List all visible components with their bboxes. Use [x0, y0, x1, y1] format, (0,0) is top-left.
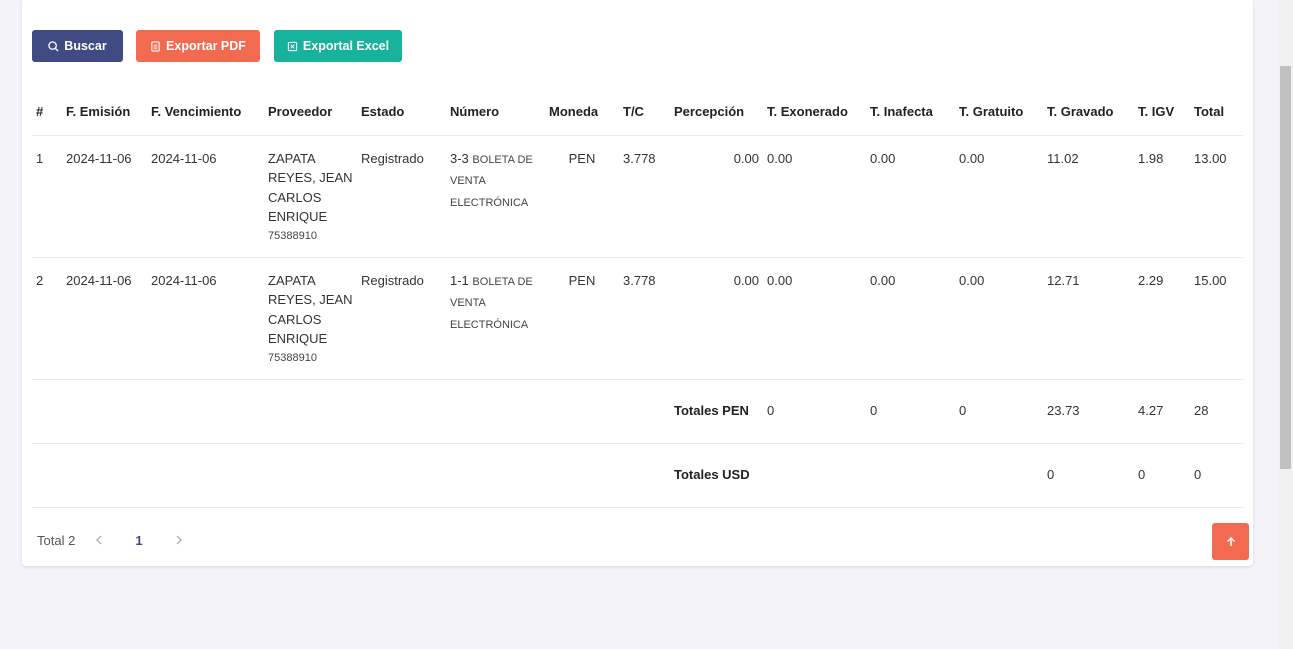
cell-tc: 3.778 — [619, 257, 670, 380]
cell-emision: 2024-11-06 — [62, 135, 147, 258]
results-card: Buscar Exportar PDF Exportal Excel # F. … — [22, 0, 1253, 566]
cell-total: 13.00 — [1190, 135, 1243, 258]
cell-tc: 3.778 — [619, 135, 670, 258]
col-exonerado: T. Exonerado — [763, 89, 866, 136]
export-pdf-label: Exportar PDF — [166, 39, 246, 53]
cell-gratuito: 0.00 — [955, 257, 1043, 380]
cell-estado: Registrado — [357, 257, 446, 380]
cell-gratuito: 0.00 — [955, 135, 1043, 258]
cell-exonerado: 0.00 — [763, 135, 866, 258]
cell-vencimiento: 2024-11-06 — [147, 257, 264, 380]
totals-usd-row: Totales USD 0 0 0 — [32, 443, 1243, 508]
totals-usd-label: Totales USD — [670, 443, 763, 508]
pagination: Total 2 1 — [37, 530, 185, 550]
cell-index: 2 — [32, 257, 62, 380]
totals-pen-total: 28 — [1190, 379, 1243, 444]
spreadsheet-icon — [287, 41, 298, 51]
page-scrollbar[interactable] — [1278, 0, 1293, 649]
col-numero: Número — [446, 89, 545, 136]
col-igv: T. IGV — [1134, 89, 1190, 136]
col-emision: F. Emisión — [62, 89, 147, 136]
chevron-right-icon[interactable] — [173, 534, 185, 546]
cell-numero: 3-3 BOLETA DE VENTA ELECTRÓNICA — [446, 135, 545, 258]
cell-emision: 2024-11-06 — [62, 257, 147, 380]
purchases-table: # F. Emisión F. Vencimiento Proveedor Es… — [32, 89, 1243, 508]
cell-moneda: PEN — [545, 257, 619, 380]
totals-pen-gratuito: 0 — [955, 379, 1043, 444]
pagination-total: Total 2 — [37, 532, 76, 548]
proveedor-doc: 75388910 — [268, 351, 317, 364]
cell-inafecta: 0.00 — [866, 257, 955, 380]
cell-index: 1 — [32, 135, 62, 258]
totals-usd-gravado: 0 — [1043, 443, 1134, 508]
buscar-button[interactable]: Buscar — [32, 30, 123, 62]
cell-vencimiento: 2024-11-06 — [147, 135, 264, 258]
cell-proveedor: ZAPATA REYES, JEAN CARLOS ENRIQUE 753889… — [264, 257, 357, 380]
cell-gravado: 12.71 — [1043, 257, 1134, 380]
totals-pen-exonerado: 0 — [763, 379, 866, 444]
cell-proveedor: ZAPATA REYES, JEAN CARLOS ENRIQUE 753889… — [264, 135, 357, 258]
col-vencimiento: F. Vencimiento — [147, 89, 264, 136]
export-excel-button[interactable]: Exportal Excel — [274, 30, 402, 62]
col-total: Total — [1190, 89, 1243, 136]
arrow-up-icon — [1226, 536, 1235, 546]
col-proveedor: Proveedor — [264, 89, 357, 136]
col-moneda: Moneda — [545, 89, 619, 136]
proveedor-name: ZAPATA REYES, JEAN CARLOS ENRIQUE — [268, 272, 353, 347]
totals-pen-igv: 4.27 — [1134, 379, 1190, 444]
export-excel-label: Exportal Excel — [302, 39, 390, 53]
numero-value: 1-1 — [450, 272, 469, 288]
cell-estado: Registrado — [357, 135, 446, 258]
cell-igv: 2.29 — [1134, 257, 1190, 380]
cell-igv: 1.98 — [1134, 135, 1190, 258]
numero-value: 3-3 — [450, 150, 469, 166]
document-icon — [151, 40, 160, 52]
scroll-top-button[interactable] — [1212, 523, 1249, 560]
col-index: # — [32, 89, 62, 136]
cell-numero: 1-1 BOLETA DE VENTA ELECTRÓNICA — [446, 257, 545, 380]
scrollbar-thumb[interactable] — [1280, 66, 1291, 469]
col-percepcion: Percepción — [670, 89, 763, 136]
totals-pen-inafecta: 0 — [866, 379, 955, 444]
totals-usd-igv: 0 — [1134, 443, 1190, 508]
col-gravado: T. Gravado — [1043, 89, 1134, 136]
cell-percepcion: 0.00 — [670, 135, 763, 258]
table-header-row: # F. Emisión F. Vencimiento Proveedor Es… — [32, 89, 1243, 136]
col-estado: Estado — [357, 89, 446, 136]
page-number[interactable]: 1 — [135, 533, 142, 548]
totals-pen-label: Totales PEN — [670, 379, 763, 444]
chevron-left-icon[interactable] — [93, 534, 105, 546]
table-row: 1 2024-11-06 2024-11-06 ZAPATA REYES, JE… — [32, 135, 1243, 258]
cell-total: 15.00 — [1190, 257, 1243, 380]
proveedor-name: ZAPATA REYES, JEAN CARLOS ENRIQUE — [268, 150, 353, 225]
proveedor-doc: 75388910 — [268, 229, 317, 242]
cell-inafecta: 0.00 — [866, 135, 955, 258]
col-tc: T/C — [619, 89, 670, 136]
cell-exonerado: 0.00 — [763, 257, 866, 380]
cell-moneda: PEN — [545, 135, 619, 258]
cell-percepcion: 0.00 — [670, 257, 763, 380]
col-gratuito: T. Gratuito — [955, 89, 1043, 136]
totals-usd-total: 0 — [1190, 443, 1243, 508]
table-row: 2 2024-11-06 2024-11-06 ZAPATA REYES, JE… — [32, 257, 1243, 380]
totals-pen-row: Totales PEN 0 0 0 23.73 4.27 28 — [32, 379, 1243, 444]
cell-gravado: 11.02 — [1043, 135, 1134, 258]
col-inafecta: T. Inafecta — [866, 89, 955, 136]
export-pdf-button[interactable]: Exportar PDF — [136, 30, 260, 62]
buscar-label: Buscar — [64, 39, 107, 53]
totals-pen-gravado: 23.73 — [1043, 379, 1134, 444]
search-icon — [48, 40, 59, 52]
